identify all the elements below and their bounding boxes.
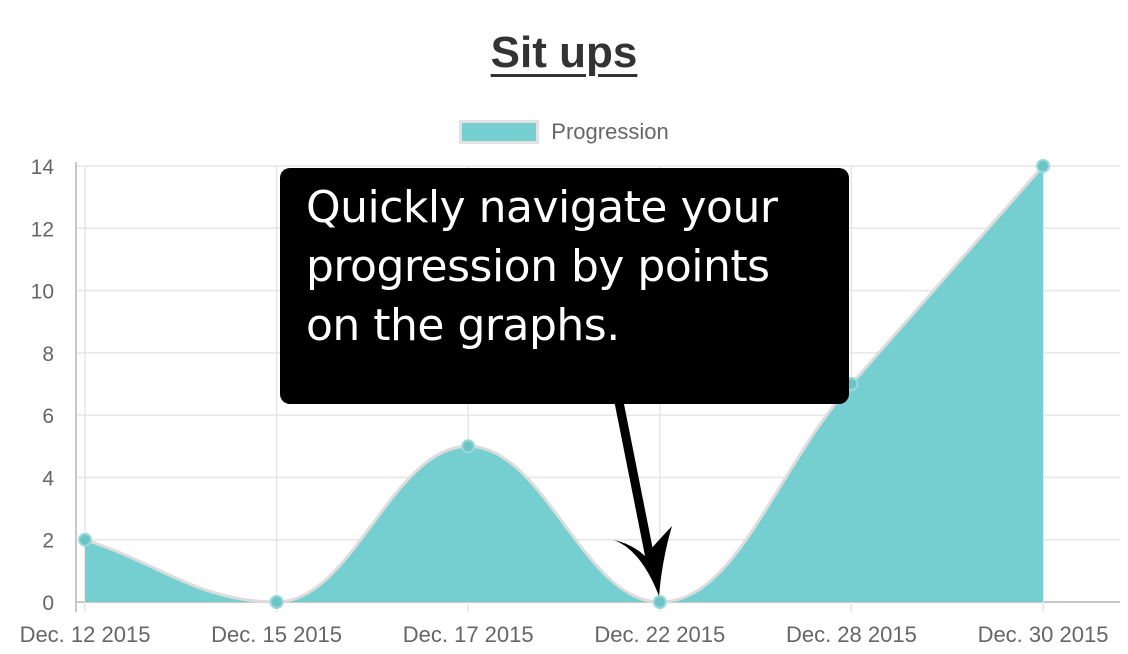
x-tick-label: Dec. 12 2015: [20, 622, 151, 647]
y-tick-label: 14: [31, 156, 55, 179]
data-point: [1036, 159, 1050, 173]
y-tick-labels: 0 2 4 6 8 10 12 14: [31, 156, 55, 615]
y-tick-label: 6: [42, 405, 54, 428]
y-tick-label: 2: [42, 530, 54, 553]
y-tick-label: 12: [31, 218, 54, 241]
data-point: [269, 595, 284, 609]
y-tick-label: 4: [42, 467, 54, 490]
x-tick-labels: Dec. 12 2015 Dec. 15 2015 Dec. 17 2015 Dec.…: [20, 622, 1109, 647]
data-point: [652, 595, 667, 609]
data-point: [78, 532, 92, 547]
x-tick-label: Dec. 28 2015: [786, 622, 917, 647]
data-point: [461, 439, 476, 454]
y-tick-label: 10: [31, 281, 54, 304]
callout-arrow: [614, 397, 672, 596]
x-tick-label: Dec. 30 2015: [978, 622, 1109, 647]
y-tick-label: 8: [42, 343, 54, 366]
x-tick-label: Dec. 15 2015: [211, 622, 342, 647]
x-tick-label: Dec. 22 2015: [594, 622, 725, 647]
y-tick-label: 0: [42, 592, 54, 615]
x-tick-label: Dec. 17 2015: [403, 622, 534, 647]
callout-annotation: Quickly navigate your progression by poi…: [280, 168, 849, 404]
